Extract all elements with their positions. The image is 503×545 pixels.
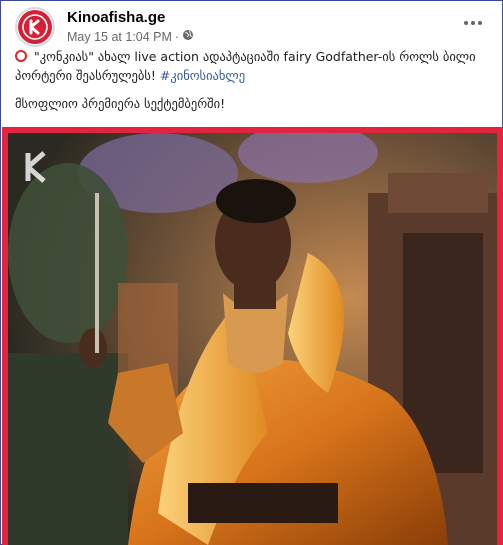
post-header: Kinoafisha.ge May 15 at 1:04 PM · <box>15 7 495 47</box>
hashtag-link[interactable]: #კინოსიახლე <box>160 68 245 83</box>
page-name-link[interactable]: Kinoafisha.ge <box>67 9 165 26</box>
red-circle-icon <box>15 50 27 62</box>
post-line-1: "კონკიას" ახალ live action ადაპტაციაში f… <box>33 49 439 64</box>
post-paragraph-2: მსოფლიო პრემიერა სექტემბერში! <box>15 96 226 111</box>
page-avatar[interactable] <box>15 7 55 47</box>
kinoafisha-logo-icon <box>18 10 52 44</box>
post-photo[interactable] <box>8 133 497 545</box>
post-text: "კონკიას" ახალ live action ადაპტაციაში f… <box>15 47 485 122</box>
post-media[interactable] <box>2 127 503 545</box>
post-meta: May 15 at 1:04 PM · <box>67 29 194 44</box>
facebook-post: Kinoafisha.ge May 15 at 1:04 PM · "კონკი… <box>0 0 503 545</box>
post-timestamp[interactable]: May 15 at 1:04 PM <box>67 30 172 44</box>
meta-separator: · <box>174 29 180 44</box>
more-options-icon[interactable] <box>459 13 487 33</box>
globe-icon[interactable] <box>182 29 194 44</box>
post-paragraph-1: "კონკიას" ახალ live action ადაპტაციაში f… <box>15 47 485 85</box>
photo-illustration <box>8 133 497 545</box>
